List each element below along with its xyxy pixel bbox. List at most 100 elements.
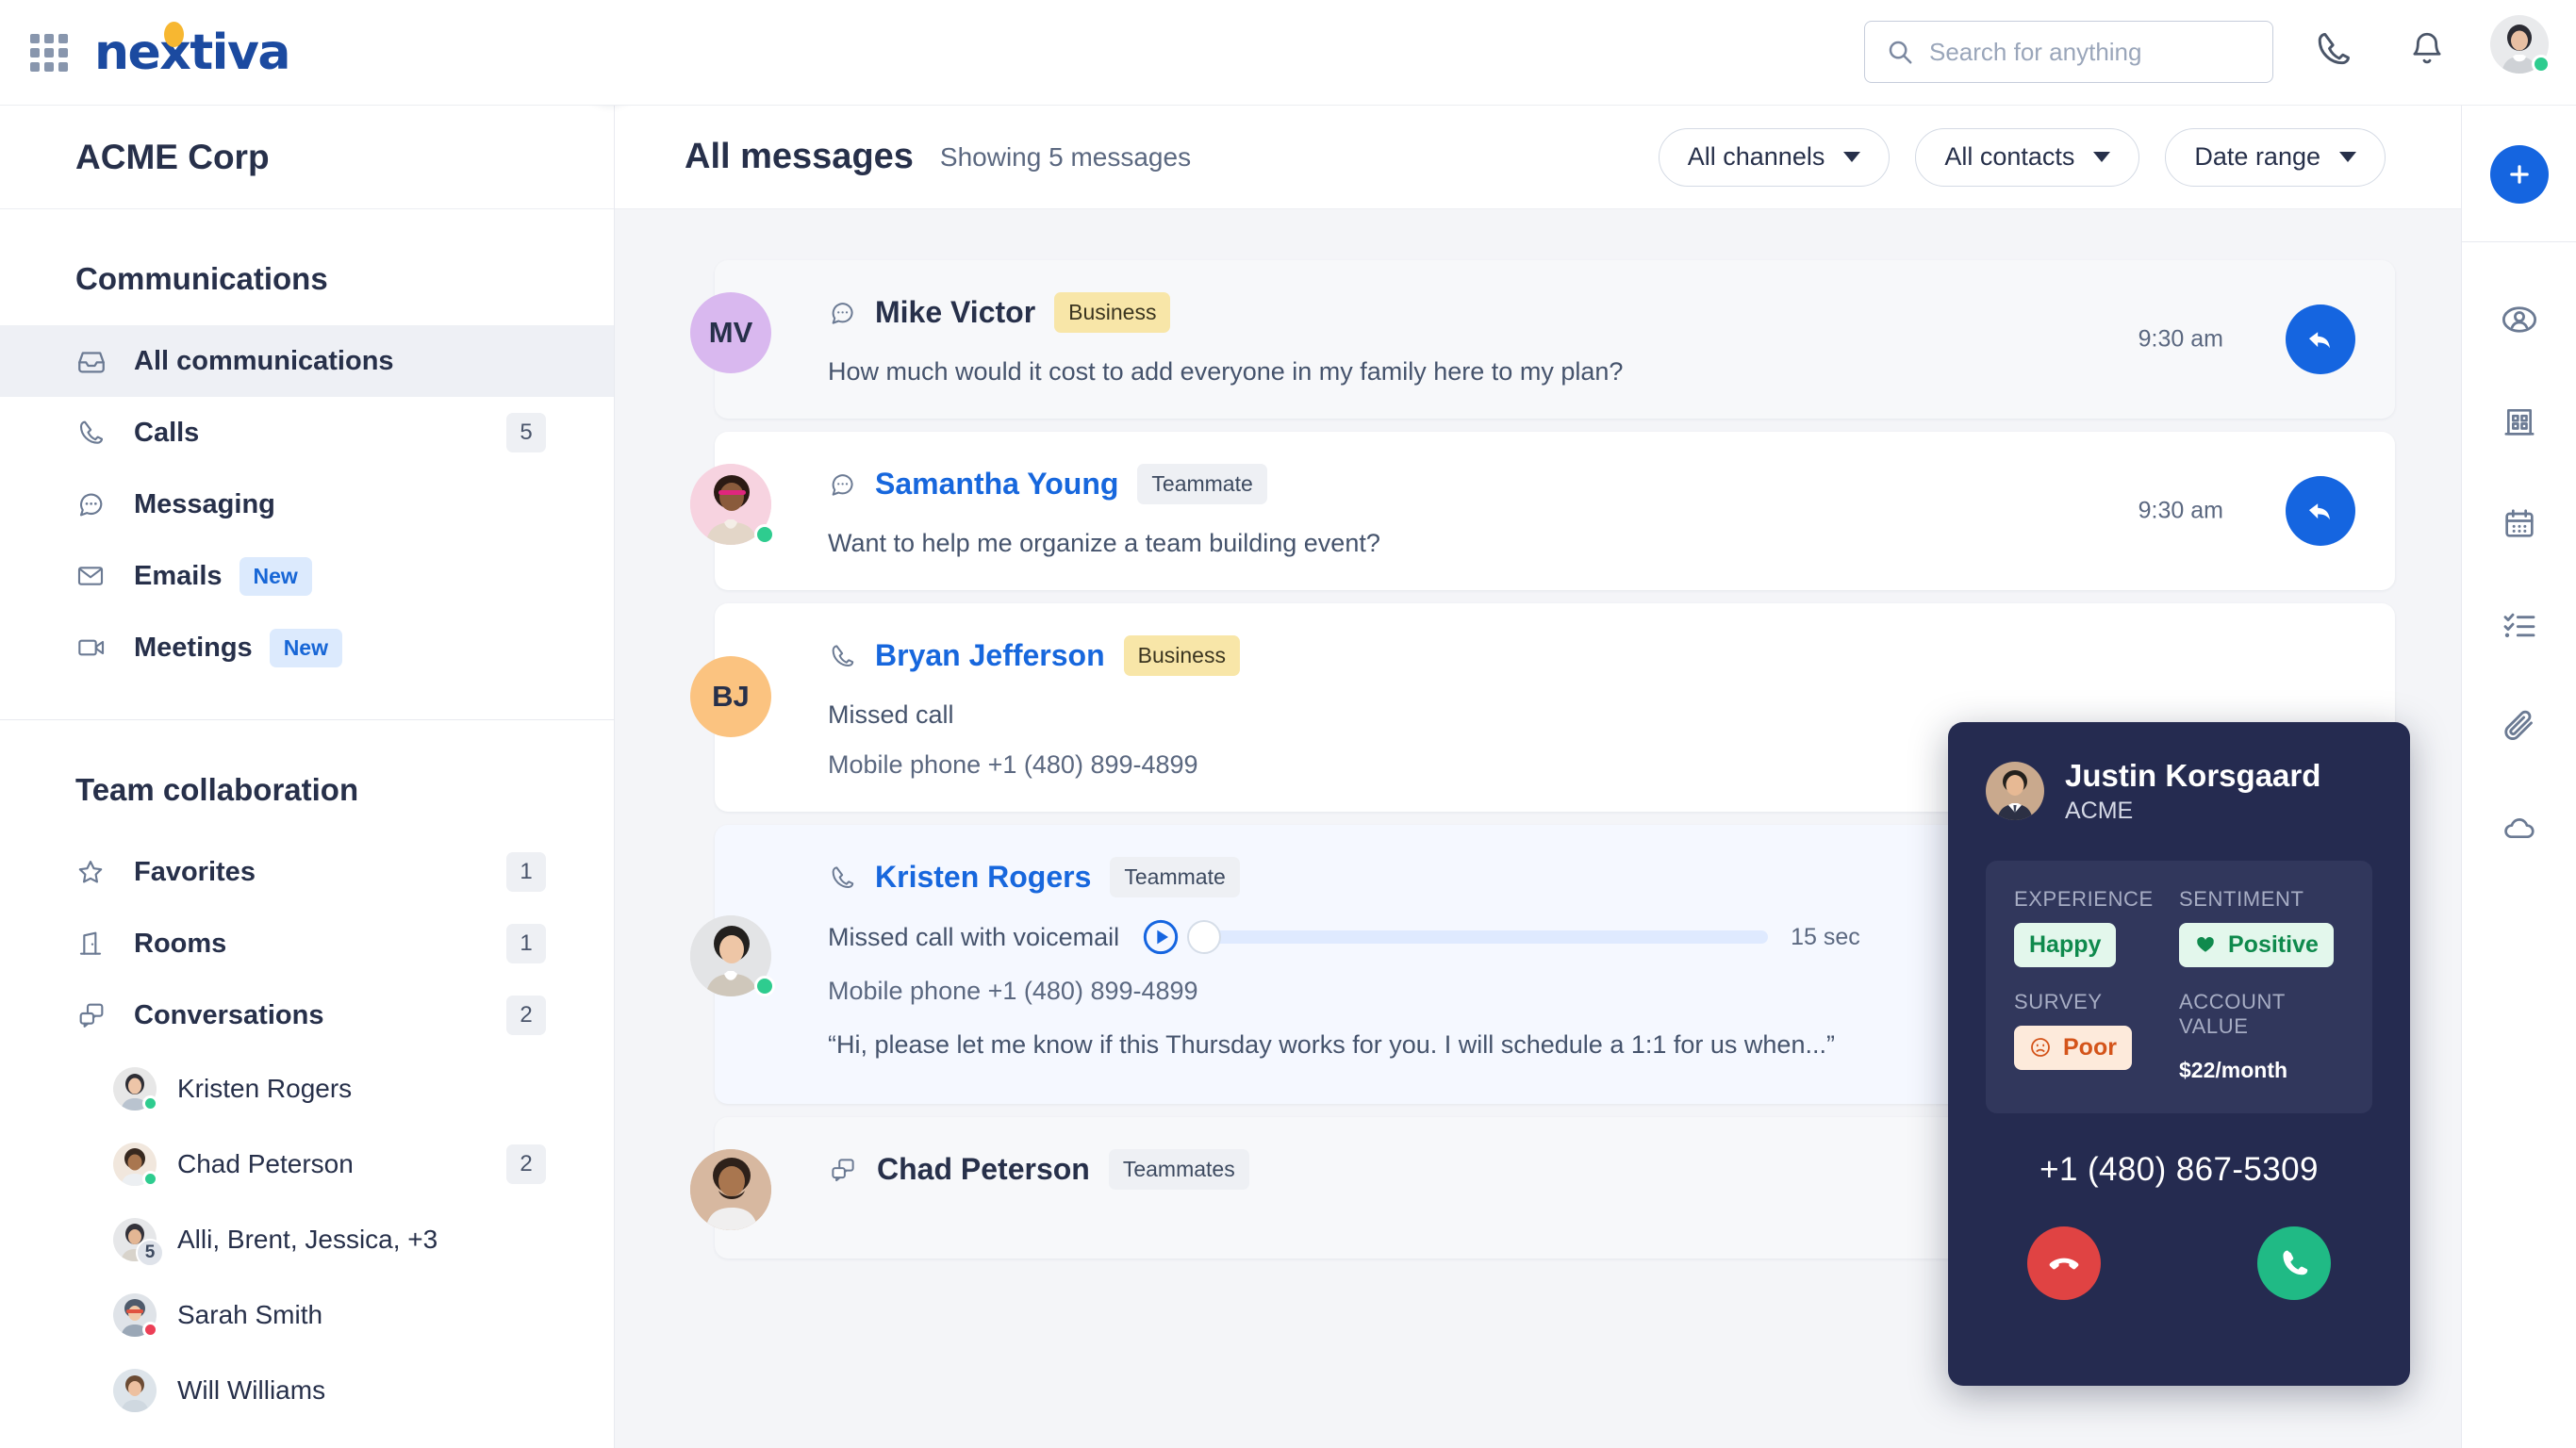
sidebar-item-label: Messaging: [134, 488, 275, 519]
reply-arrow-icon: [2308, 332, 2330, 349]
status-badge: Business: [1054, 292, 1171, 333]
phone-icon[interactable]: [2312, 28, 2353, 74]
sidebar-item-count: 1: [506, 852, 546, 892]
status-badge: Business: [1123, 635, 1240, 676]
avatar: [113, 1143, 158, 1187]
stat-label: EXPERIENCE: [2014, 886, 2154, 911]
list-item[interactable]: Sarah Smith: [0, 1277, 614, 1353]
door-icon: [75, 929, 117, 959]
search-input[interactable]: [1929, 37, 2231, 67]
reply-button[interactable]: [2286, 304, 2355, 374]
message-row[interactable]: MV Mike Victor Business How much would i…: [690, 260, 2395, 419]
sidebar-item-messaging[interactable]: Messaging: [0, 469, 614, 540]
voicemail-progress-slider[interactable]: [1187, 920, 1769, 954]
stat-label: ACCOUNT VALUE: [2179, 989, 2286, 1038]
contacts-icon[interactable]: [2495, 295, 2544, 344]
building-icon[interactable]: [2495, 397, 2544, 446]
contact-name[interactable]: Bryan Jefferson: [875, 638, 1105, 673]
reply-button[interactable]: [2286, 476, 2355, 546]
avatar: [1986, 762, 2044, 821]
list-item[interactable]: Chad Peterson 2: [0, 1127, 614, 1202]
contact-name[interactable]: Chad Peterson: [877, 1152, 1090, 1187]
filter-bar: All channels All contacts Date range: [1658, 127, 2386, 187]
chevron-down-icon: [1843, 152, 1861, 162]
sidebar-item-calls[interactable]: Calls 5: [0, 397, 614, 469]
chat-bubble-icon: [75, 489, 117, 519]
status-badge: Teammates: [1108, 1149, 1249, 1190]
video-camera-icon: [75, 633, 117, 663]
avatar: [113, 1293, 158, 1338]
tasks-icon[interactable]: [2495, 601, 2544, 650]
search-box[interactable]: [1864, 21, 2273, 83]
stat-label: SENTIMENT: [2179, 886, 2304, 911]
sidebar-item-rooms[interactable]: Rooms 1: [0, 908, 614, 979]
phone-icon: [75, 418, 117, 448]
chat-bubble-icon: [828, 299, 856, 327]
avatar-initials: MV: [708, 316, 753, 349]
call-actions: [1986, 1226, 2372, 1300]
chad-peterson-photo: [690, 1149, 771, 1230]
sidebar-item-emails[interactable]: Emails New: [0, 540, 614, 612]
calendar-icon[interactable]: [2495, 499, 2544, 548]
results-count: Showing 5 messages: [939, 141, 1192, 172]
message-card[interactable]: Mike Victor Business How much would it c…: [715, 260, 2395, 419]
paperclip-icon[interactable]: [2495, 702, 2544, 751]
conversations-icon: [828, 1156, 858, 1184]
sidebar-item-all-communications[interactable]: All communications: [0, 325, 614, 397]
account-period: /month: [2215, 1057, 2288, 1082]
app-grid-icon[interactable]: [28, 32, 70, 74]
filter-label: All channels: [1687, 142, 1825, 171]
list-item-label: Chad Peterson: [177, 1149, 354, 1178]
message-row[interactable]: Samantha Young Teammate Want to help me …: [690, 432, 2395, 590]
status-badge: Positive: [2179, 922, 2334, 967]
sidebar-item-label: All communications: [134, 345, 394, 376]
presence-dot-online: [142, 1171, 158, 1187]
sidebar-item-conversations[interactable]: Conversations 2: [0, 979, 614, 1051]
message-card[interactable]: Samantha Young Teammate Want to help me …: [715, 432, 2395, 590]
brand-dot-icon: [164, 21, 184, 47]
stat-value: Poor: [2063, 1033, 2117, 1061]
list-item-label: Kristen Rogers: [177, 1074, 353, 1103]
list-item[interactable]: Kristen Rogers: [0, 1051, 614, 1127]
contact-name[interactable]: Mike Victor: [875, 295, 1035, 330]
sidebar-item-meetings[interactable]: Meetings New: [0, 612, 614, 683]
stat-survey: SURVEY Poor: [2014, 990, 2179, 1085]
status-badge: Happy: [2014, 922, 2117, 967]
voicemail-duration: 15 sec: [1791, 923, 1860, 950]
play-button[interactable]: [1142, 918, 1180, 956]
sidebar-item-favorites[interactable]: Favorites 1: [0, 836, 614, 908]
add-button[interactable]: [2489, 145, 2549, 204]
list-item[interactable]: 5 Alli, Brent, Jessica, +3: [0, 1202, 614, 1277]
account-amount: $22: [2179, 1057, 2216, 1082]
section-title-communications: Communications: [75, 261, 328, 296]
cloud-icon[interactable]: [2495, 804, 2544, 853]
contact-name[interactable]: Samantha Young: [875, 467, 1118, 502]
sidebar-item-label: Meetings: [134, 632, 253, 663]
conversations-icon: [75, 1000, 117, 1030]
message-preview: Want to help me organize a team building…: [828, 529, 1380, 557]
filter-all-channels[interactable]: All channels: [1658, 127, 1891, 187]
sidebar-item-label: Calls: [134, 417, 200, 448]
accept-call-button[interactable]: [2257, 1226, 2331, 1300]
slider-handle[interactable]: [1187, 920, 1222, 954]
main-header: All messages Showing 5 messages All chan…: [615, 106, 2461, 209]
status-badge: Teammate: [1110, 857, 1240, 897]
contact-name[interactable]: Kristen Rogers: [875, 860, 1091, 895]
message-header: Bryan Jefferson Business: [828, 635, 2395, 676]
avatar: [113, 1067, 158, 1111]
message-time: 9:30 am: [2138, 325, 2223, 353]
filter-date-range[interactable]: Date range: [2165, 127, 2386, 187]
filter-all-contacts[interactable]: All contacts: [1915, 127, 2140, 187]
plus-icon: [2509, 165, 2529, 184]
list-item[interactable]: Will Williams: [0, 1353, 614, 1428]
left-sidebar: ACME Corp Communications All communicati…: [0, 106, 615, 1448]
brand-logo[interactable]: nextiva: [94, 21, 291, 81]
top-bar: nextiva: [0, 0, 2576, 106]
chat-bubble-icon: [828, 470, 856, 499]
envelope-icon: [75, 561, 117, 591]
notification-bell-icon[interactable]: [2407, 28, 2447, 74]
decline-call-button[interactable]: [2027, 1226, 2101, 1300]
list-item-count: 2: [506, 1144, 546, 1184]
incoming-call-popup[interactable]: Justin Korsgaard ACME EXPERIENCE Happy S…: [1948, 722, 2410, 1386]
caller-stats-panel: EXPERIENCE Happy SENTIMENT Positive SURV…: [1986, 860, 2372, 1113]
